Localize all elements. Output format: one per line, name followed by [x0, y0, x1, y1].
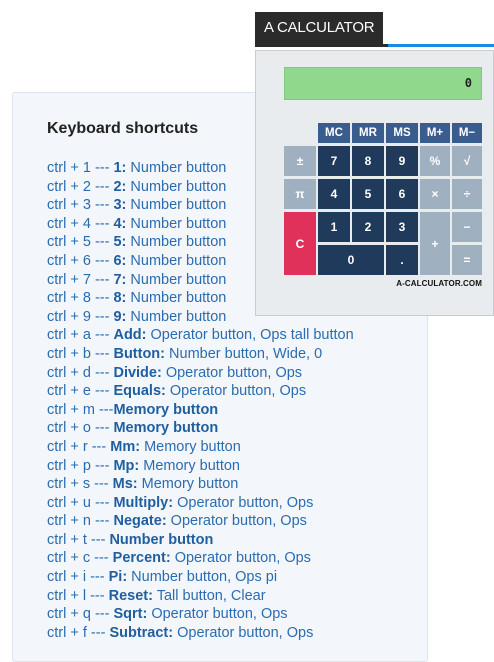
shortcut-item: ctrl + c --- Percent: Operator button, O… [47, 550, 311, 567]
shortcut-item: ctrl + m ---Memory button [47, 401, 219, 418]
number-2-button[interactable]: 2 [352, 212, 384, 242]
calculator-body: 0 MC MR MS M+ M− ± 7 8 9 % √ π 4 5 6 × ÷… [255, 50, 494, 316]
tab-accent-bar [388, 44, 494, 47]
number-4-button[interactable]: 4 [318, 179, 350, 209]
calculator-widget: A CALCULATOR 0 MC MR MS M+ M− ± 7 8 9 % … [255, 12, 494, 316]
memory-plus-button[interactable]: M+ [420, 123, 450, 143]
subtract-button[interactable]: − [452, 212, 482, 242]
pi-button[interactable]: π [284, 179, 316, 209]
number-5-button[interactable]: 5 [352, 179, 384, 209]
number-3-button[interactable]: 3 [386, 212, 418, 242]
panel-title: Keyboard shortcuts [47, 120, 199, 137]
shortcut-item: ctrl + n --- Negate: Operator button, Op… [47, 513, 307, 530]
shortcut-item: ctrl + p --- Mp: Memory button [47, 457, 240, 474]
shortcut-item: ctrl + f --- Subtract: Operator button, … [47, 624, 314, 641]
number-0-button[interactable]: 0 [318, 245, 384, 275]
shortcut-item: ctrl + r --- Mm: Memory button [47, 438, 241, 455]
shortcut-item: ctrl + a --- Add: Operator button, Ops t… [47, 327, 354, 344]
shortcut-item: ctrl + q --- Sqrt: Operator button, Ops [47, 606, 288, 623]
add-button[interactable]: + [420, 212, 450, 275]
shortcut-item: ctrl + t --- Number button [47, 531, 214, 548]
percent-button[interactable]: % [420, 146, 450, 176]
divide-button[interactable]: ÷ [452, 179, 482, 209]
number-1-button[interactable]: 1 [318, 212, 350, 242]
shortcut-item: ctrl + u --- Multiply: Operator button, … [47, 494, 314, 511]
memory-store-button[interactable]: MS [386, 123, 418, 143]
brand-label: A-CALCULATOR.COM [396, 279, 482, 288]
clear-button[interactable]: C [284, 212, 316, 275]
number-6-button[interactable]: 6 [386, 179, 418, 209]
shortcut-item: ctrl + o --- Memory button [47, 420, 219, 437]
equals-button[interactable]: = [452, 245, 482, 275]
memory-clear-button[interactable]: MC [318, 123, 350, 143]
shortcut-item: ctrl + l --- Reset: Tall button, Clear [47, 587, 266, 604]
decimal-button[interactable]: . [386, 245, 418, 275]
number-7-button[interactable]: 7 [318, 146, 350, 176]
shortcut-item: ctrl + s --- Ms: Memory button [47, 476, 239, 493]
multiply-button[interactable]: × [420, 179, 450, 209]
negate-button[interactable]: ± [284, 146, 316, 176]
calculator-tab-title[interactable]: A CALCULATOR [255, 12, 384, 44]
number-9-button[interactable]: 9 [386, 146, 418, 176]
shortcut-item: ctrl + i --- Pi: Number button, Ops pi [47, 569, 278, 586]
shortcut-item: ctrl + b --- Button: Number button, Wide… [47, 345, 323, 362]
shortcut-item: ctrl + d --- Divide: Operator button, Op… [47, 364, 303, 381]
number-8-button[interactable]: 8 [352, 146, 384, 176]
memory-minus-button[interactable]: M− [452, 123, 482, 143]
shortcut-item: ctrl + e --- Equals: Operator button, Op… [47, 383, 307, 400]
memory-recall-button[interactable]: MR [352, 123, 384, 143]
sqrt-button[interactable]: √ [452, 146, 482, 176]
calculator-display: 0 [284, 67, 482, 100]
